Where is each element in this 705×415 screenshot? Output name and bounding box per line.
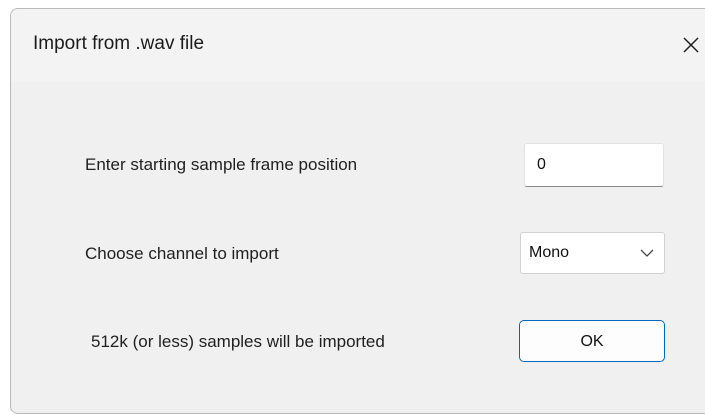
samples-info-text: 512k (or less) samples will be imported xyxy=(91,332,385,351)
chevron-down-icon xyxy=(640,249,654,257)
ok-button[interactable]: OK xyxy=(519,320,665,362)
channel-selected-value: Mono xyxy=(529,244,570,261)
import-wav-dialog: Import from .wav file Enter starting sam… xyxy=(10,8,705,414)
dialog-title: Import from .wav file xyxy=(33,33,205,54)
close-button[interactable] xyxy=(669,25,705,65)
channel-label: Choose channel to import xyxy=(85,244,279,263)
channel-select[interactable]: Mono xyxy=(520,232,665,274)
start-position-label: Enter starting sample frame position xyxy=(85,155,358,174)
start-position-input[interactable] xyxy=(524,143,664,187)
title-bar: Import from .wav file xyxy=(11,9,705,81)
close-icon xyxy=(683,37,699,53)
